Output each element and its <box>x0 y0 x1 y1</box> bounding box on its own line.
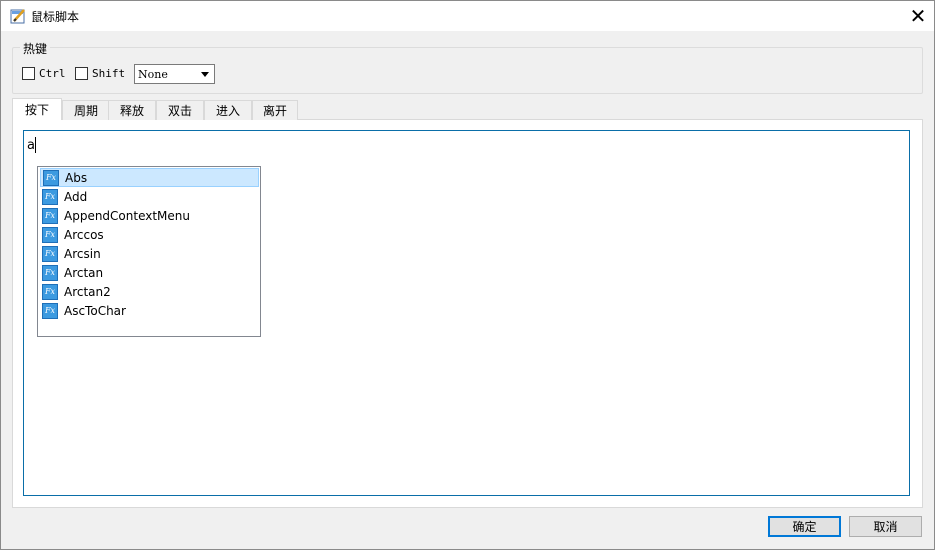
function-icon: Fx <box>42 207 58 224</box>
script-editor-icon <box>10 9 25 24</box>
ok-button-label: 确定 <box>792 520 817 534</box>
function-icon: Fx <box>42 188 58 205</box>
function-icon: Fx <box>42 264 58 281</box>
tab-label: 周期 <box>73 104 98 118</box>
chevron-down-icon[interactable] <box>201 72 209 77</box>
close-button[interactable]: ✕ <box>902 1 934 31</box>
ctrl-checkbox-box[interactable] <box>22 67 35 80</box>
title-bar: 鼠标脚本 ✕ <box>1 1 934 31</box>
tab-leave[interactable]: 离开 <box>252 100 298 120</box>
autocomplete-item-label: Arcsin <box>64 246 101 261</box>
text-caret <box>35 137 36 153</box>
function-icon: Fx <box>42 283 58 300</box>
editor-text: a <box>27 138 35 153</box>
tab-label: 释放 <box>119 104 144 118</box>
function-icon: Fx <box>43 169 59 186</box>
hotkey-key-select[interactable]: None <box>134 64 215 84</box>
autocomplete-item[interactable]: Fx Arccos <box>40 225 259 244</box>
tab-release[interactable]: 释放 <box>108 100 156 120</box>
autocomplete-item[interactable]: Fx AppendContextMenu <box>40 206 259 225</box>
window-title: 鼠标脚本 <box>31 10 80 24</box>
tab-cycle[interactable]: 周期 <box>62 100 110 120</box>
autocomplete-item[interactable]: Fx Arctan <box>40 263 259 282</box>
autocomplete-item[interactable]: Fx Arcsin <box>40 244 259 263</box>
autocomplete-item-label: Arccos <box>64 227 104 242</box>
tab-double-click[interactable]: 双击 <box>156 100 204 120</box>
tab-enter[interactable]: 进入 <box>204 100 252 120</box>
autocomplete-item[interactable]: Fx Abs <box>40 168 259 187</box>
hotkey-key-select-value: None <box>138 67 168 81</box>
shift-checkbox-label: Shift <box>92 67 126 80</box>
function-icon: Fx <box>42 245 58 262</box>
autocomplete-item-label: Add <box>64 189 88 204</box>
tab-label: 按下 <box>24 103 49 117</box>
autocomplete-item[interactable]: Fx AscToChar <box>40 301 259 320</box>
autocomplete-item-label: Arctan <box>64 265 104 280</box>
hotkey-group-label: 热键 <box>20 40 51 57</box>
ctrl-checkbox[interactable]: Ctrl <box>22 67 66 80</box>
tab-label: 离开 <box>262 104 287 118</box>
shift-checkbox[interactable]: Shift <box>75 67 125 80</box>
cancel-button-label: 取消 <box>873 520 898 534</box>
autocomplete-item-label: AppendContextMenu <box>64 208 191 223</box>
ok-button[interactable]: 确定 <box>768 516 841 537</box>
shift-checkbox-box[interactable] <box>75 67 88 80</box>
autocomplete-item-label: Arctan2 <box>64 284 111 299</box>
close-icon: ✕ <box>909 4 927 28</box>
autocomplete-item[interactable]: Fx Add <box>40 187 259 206</box>
function-icon: Fx <box>42 302 58 319</box>
autocomplete-item[interactable]: Fx Arctan2 <box>40 282 259 301</box>
autocomplete-item-label: AscToChar <box>64 303 126 318</box>
tab-label: 双击 <box>167 104 192 118</box>
tab-label: 进入 <box>215 104 240 118</box>
autocomplete-item-label: Abs <box>65 170 88 185</box>
autocomplete-popup: Fx Abs Fx Add Fx AppendContextMenu Fx Ar… <box>37 166 261 337</box>
ctrl-checkbox-label: Ctrl <box>39 67 66 80</box>
function-icon: Fx <box>42 226 58 243</box>
cancel-button[interactable]: 取消 <box>849 516 922 537</box>
tab-press[interactable]: 按下 <box>12 98 62 120</box>
